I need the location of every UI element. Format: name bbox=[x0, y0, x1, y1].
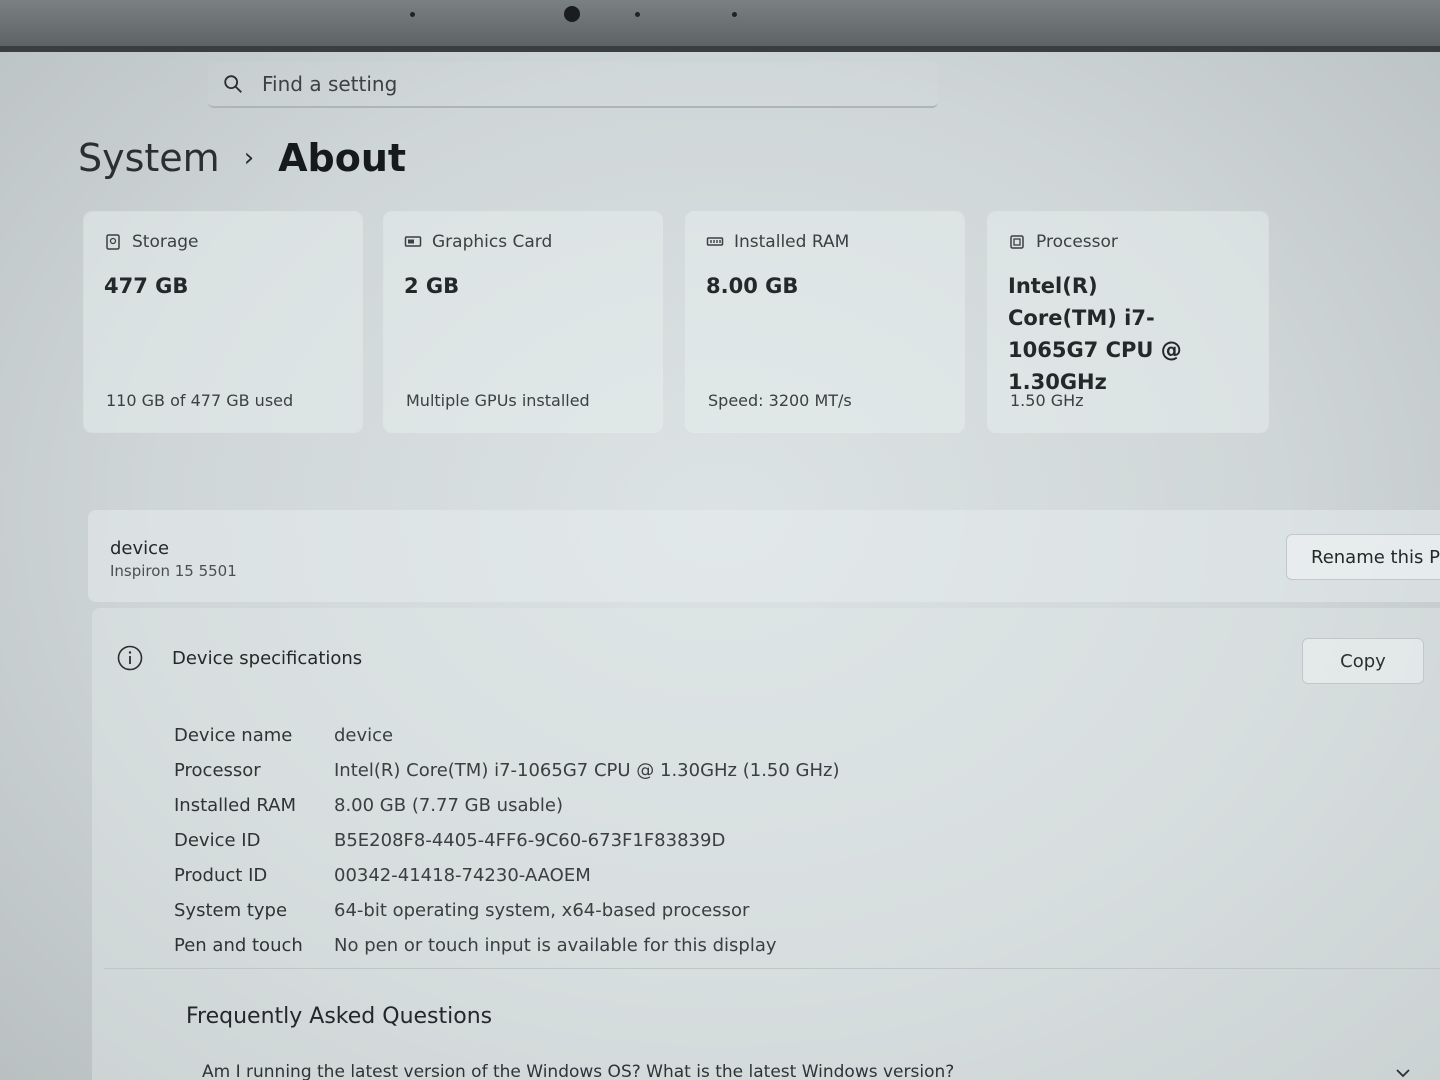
sensor-dot bbox=[410, 12, 415, 17]
spec-value: 00342-41418-74230-AAOEM bbox=[334, 865, 591, 886]
info-icon bbox=[117, 645, 143, 671]
processor-card[interactable]: Processor Intel(R) Core(TM) i7-1065G7 CP… bbox=[988, 212, 1268, 432]
sensor-dot bbox=[635, 12, 640, 17]
processor-speed: 1.50 GHz bbox=[1010, 391, 1084, 410]
faq-title: Frequently Asked Questions bbox=[186, 1004, 493, 1029]
spec-value: Intel(R) Core(TM) i7-1065G7 CPU @ 1.30GH… bbox=[334, 760, 840, 781]
storage-value: 477 GB bbox=[104, 274, 189, 298]
ram-speed: Speed: 3200 MT/s bbox=[708, 391, 852, 410]
spec-label: Device ID bbox=[174, 830, 261, 851]
search-placeholder[interactable]: Find a setting bbox=[262, 72, 397, 96]
webcam bbox=[564, 6, 580, 22]
rename-pc-button[interactable]: Rename this PC bbox=[1286, 534, 1440, 580]
spec-label: Processor bbox=[174, 760, 261, 781]
device-name: device bbox=[110, 538, 170, 559]
spec-table: Device name device Processor Intel(R) Co… bbox=[174, 718, 840, 963]
storage-card[interactable]: Storage 477 GB 110 GB of 477 GB used bbox=[84, 212, 362, 432]
graphics-card-note: Multiple GPUs installed bbox=[406, 391, 590, 410]
processor-value: Intel(R) Core(TM) i7-1065G7 CPU @ 1.30GH… bbox=[1008, 274, 1182, 394]
spec-label: Device name bbox=[174, 725, 293, 746]
spec-row-installed-ram: Installed RAM 8.00 GB (7.77 GB usable) bbox=[174, 788, 840, 823]
copy-button[interactable]: Copy bbox=[1302, 638, 1424, 684]
device-specifications-header[interactable]: Device specifications bbox=[116, 644, 362, 672]
faq-question[interactable]: Am I running the latest version of the W… bbox=[202, 1062, 954, 1080]
settings-window: Find a setting System › About Storage 47… bbox=[0, 52, 1440, 1080]
device-specifications-title: Device specifications bbox=[172, 647, 363, 669]
spec-value: device bbox=[334, 725, 394, 746]
spec-value: 8.00 GB (7.77 GB usable) bbox=[334, 795, 563, 816]
device-name-row: device Inspiron 15 5501 Rename this PC bbox=[88, 510, 1440, 602]
processor-label: Processor bbox=[1036, 232, 1118, 252]
spec-row-device-name: Device name device bbox=[174, 718, 840, 753]
spec-row-device-id: Device ID B5E208F8-4405-4FF6-9C60-673F1F… bbox=[174, 823, 840, 858]
device-specifications-panel: Device specifications Copy Device name d… bbox=[92, 608, 1440, 1080]
spec-value: 64-bit operating system, x64-based proce… bbox=[334, 900, 750, 921]
spec-value: B5E208F8-4405-4FF6-9C60-673F1F83839D bbox=[334, 830, 726, 851]
spec-label: Installed RAM bbox=[174, 795, 297, 816]
breadcrumb-system[interactable]: System bbox=[78, 136, 220, 180]
storage-icon bbox=[106, 234, 120, 250]
spec-label: System type bbox=[174, 900, 288, 921]
spec-label: Product ID bbox=[174, 865, 268, 886]
page-title: About bbox=[278, 136, 407, 180]
graphics-card-card[interactable]: Graphics Card 2 GB Multiple GPUs install… bbox=[384, 212, 662, 432]
chevron-down-icon[interactable] bbox=[1394, 1064, 1412, 1080]
spec-row-processor: Processor Intel(R) Core(TM) i7-1065G7 CP… bbox=[174, 753, 840, 788]
spec-row-product-id: Product ID 00342-41418-74230-AAOEM bbox=[174, 858, 840, 893]
ram-icon bbox=[706, 237, 724, 246]
search-icon bbox=[224, 75, 242, 93]
spec-row-pen-and-touch: Pen and touch No pen or touch input is a… bbox=[174, 928, 840, 963]
spec-row-system-type: System type 64-bit operating system, x64… bbox=[174, 893, 840, 928]
breadcrumb: System › About bbox=[78, 136, 406, 180]
graphics-card-icon bbox=[404, 236, 422, 247]
chevron-right-icon: › bbox=[243, 143, 255, 173]
processor-icon bbox=[1010, 235, 1024, 249]
divider bbox=[104, 968, 1440, 969]
storage-label: Storage bbox=[132, 232, 199, 252]
sensor-dot bbox=[732, 12, 737, 17]
installed-ram-label: Installed RAM bbox=[734, 232, 850, 252]
storage-usage: 110 GB of 477 GB used bbox=[106, 391, 294, 410]
device-model: Inspiron 15 5501 bbox=[110, 562, 237, 580]
spec-label: Pen and touch bbox=[174, 935, 303, 956]
search-box[interactable]: Find a setting bbox=[208, 62, 938, 108]
graphics-card-label: Graphics Card bbox=[432, 232, 553, 252]
laptop-bezel bbox=[0, 0, 1440, 52]
spec-value: No pen or touch input is available for t… bbox=[334, 935, 777, 956]
installed-ram-card[interactable]: Installed RAM 8.00 GB Speed: 3200 MT/s bbox=[686, 212, 964, 432]
graphics-card-value: 2 GB bbox=[404, 274, 460, 298]
installed-ram-value: 8.00 GB bbox=[706, 274, 799, 298]
